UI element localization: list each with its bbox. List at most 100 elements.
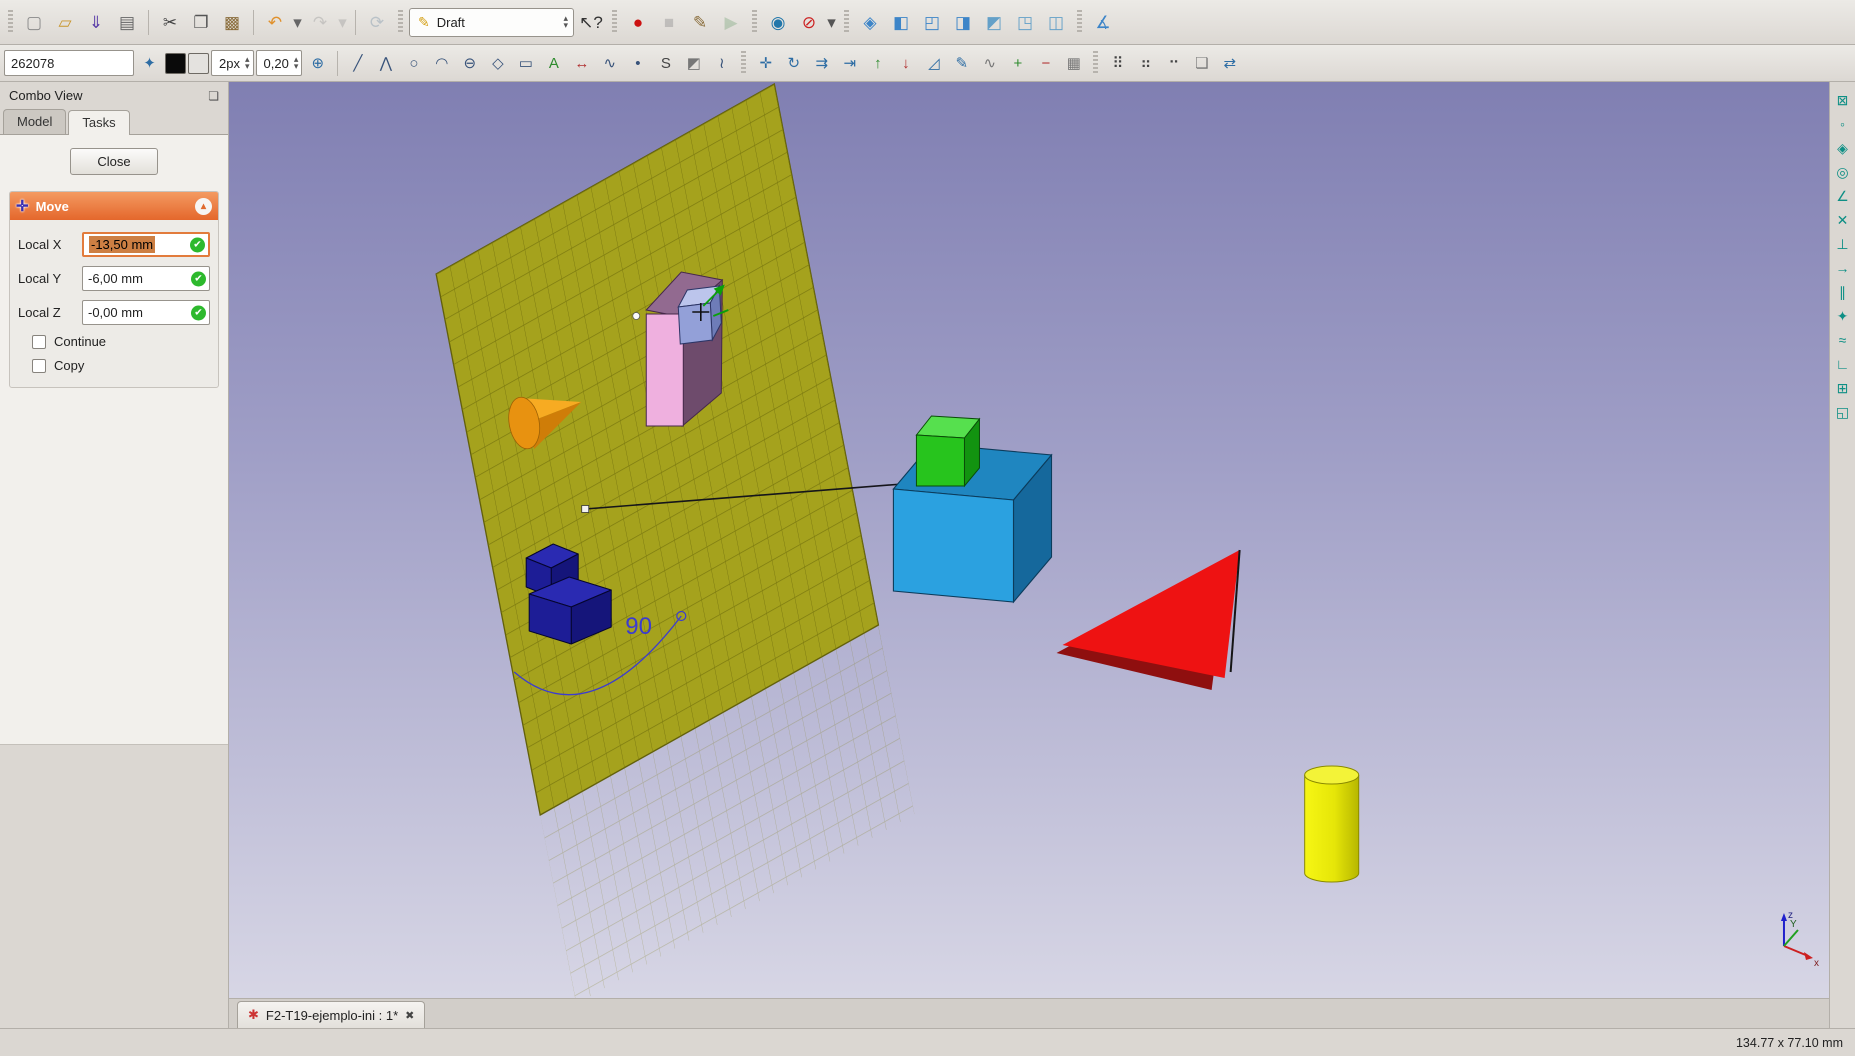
line-color-swatch[interactable] xyxy=(165,52,186,74)
cylinder-object[interactable] xyxy=(1304,765,1360,883)
snap-intersection-button[interactable]: ✕ xyxy=(1832,209,1854,230)
snap-angle-button[interactable]: ∠ xyxy=(1832,185,1854,206)
face-color-swatch[interactable] xyxy=(188,52,209,74)
measure-button[interactable]: ∡ xyxy=(1088,7,1118,37)
local-x-input[interactable]: -13,50 mm ✔ xyxy=(82,232,210,257)
draft-edit-button[interactable]: ✎ xyxy=(948,50,975,77)
view-rear-button[interactable]: ◩ xyxy=(979,7,1009,37)
copy-checkbox[interactable] xyxy=(32,358,46,373)
open-file-button[interactable]: ▱ xyxy=(50,7,80,37)
toolbar-handle[interactable] xyxy=(752,10,757,34)
local-z-input[interactable]: -0,00 mm ✔ xyxy=(82,300,210,325)
snap-center-button[interactable]: ◎ xyxy=(1832,161,1854,182)
local-y-input[interactable]: -6,00 mm ✔ xyxy=(82,266,210,291)
macro-play-button[interactable]: ▶ xyxy=(716,7,746,37)
draft-remove-point-button[interactable]: − xyxy=(1032,50,1059,77)
move-task-header[interactable]: ✛ Move ▴ xyxy=(10,192,218,220)
macro-edit-button[interactable]: ✎ xyxy=(685,7,715,37)
toolbar-handle[interactable] xyxy=(1077,10,1082,34)
draft-dimension-button[interactable]: ↔ xyxy=(568,50,595,77)
draft-line-button[interactable]: ╱ xyxy=(344,50,371,77)
draft-text-button[interactable]: A xyxy=(540,50,567,77)
view-right-button[interactable]: ◨ xyxy=(948,7,978,37)
draft-point-array-button[interactable]: ⠒ xyxy=(1160,50,1187,77)
draft-scale-button[interactable]: ◿ xyxy=(920,50,947,77)
green-cube-object[interactable] xyxy=(915,415,981,488)
draft-rotate-button[interactable]: ↻ xyxy=(780,50,807,77)
snap-endpoint-button[interactable]: ◦ xyxy=(1832,113,1854,134)
whats-this-button[interactable]: ↖? xyxy=(576,7,606,37)
snap-extension-button[interactable]: → xyxy=(1832,257,1854,278)
snap-midpoint-button[interactable]: ◈ xyxy=(1832,137,1854,158)
document-tab[interactable]: ✱ F2-T19-ejemplo-ini : 1* ✖ xyxy=(237,1001,426,1028)
pivot-handle[interactable] xyxy=(581,505,590,513)
paste-button[interactable]: ▩ xyxy=(217,7,247,37)
3d-view[interactable]: 90 z x Y xyxy=(229,82,1829,998)
draft-shape2dview-button[interactable]: ▦ xyxy=(1060,50,1087,77)
snap-near-button[interactable]: ≈ xyxy=(1832,329,1854,350)
workbench-selector-arrows[interactable]: ▴ ▾ xyxy=(563,14,568,29)
draft-facebinder-button[interactable]: ◩ xyxy=(680,50,707,77)
new-file-button[interactable]: ▢ xyxy=(19,7,49,37)
construction-mode-button[interactable]: ✦ xyxy=(136,50,163,77)
draft-bspline-button[interactable]: ∿ xyxy=(596,50,623,77)
print-button[interactable]: ▤ xyxy=(112,7,142,37)
tab-close-icon[interactable]: ✖ xyxy=(405,1009,414,1022)
zoom-selection-button[interactable]: ◉ xyxy=(763,7,793,37)
snap-perpendicular-button[interactable]: ⊥ xyxy=(1832,233,1854,254)
snap-grid-button[interactable]: ⊞ xyxy=(1832,377,1854,398)
autogroup-button[interactable]: ⊕ xyxy=(304,50,331,77)
toolbar-handle[interactable] xyxy=(741,51,747,75)
float-panel-icon[interactable]: ❏ xyxy=(208,89,219,103)
view-left-button[interactable]: ◫ xyxy=(1041,7,1071,37)
scale-spinbox[interactable]: 0,20 ▴ ▾ xyxy=(255,50,303,76)
draft-upgrade-button[interactable]: ↑ xyxy=(864,50,891,77)
cut-button[interactable]: ✂ xyxy=(155,7,185,37)
toolbar-handle[interactable] xyxy=(612,10,617,34)
draw-style-menu-button[interactable]: ▾ xyxy=(825,7,838,37)
draft-add-point-button[interactable]: + xyxy=(1004,50,1031,77)
draft-point-button[interactable]: • xyxy=(624,50,651,77)
draft-bezier-button[interactable]: ≀ xyxy=(708,50,735,77)
tab-model[interactable]: Model xyxy=(3,109,67,134)
view-axonometric-button[interactable]: ◈ xyxy=(855,7,885,37)
undo-button[interactable]: ↶ xyxy=(260,7,290,37)
draft-path-array-button[interactable]: ⠶ xyxy=(1132,50,1159,77)
draft-downgrade-button[interactable]: ↓ xyxy=(892,50,919,77)
draft-rectangle-button[interactable]: ▭ xyxy=(512,50,539,77)
continue-checkbox[interactable] xyxy=(32,334,46,349)
toolbar-handle[interactable] xyxy=(8,10,13,34)
draft-offset-button[interactable]: ⇉ xyxy=(808,50,835,77)
draft-circle-button[interactable]: ○ xyxy=(400,50,427,77)
snap-parallel-button[interactable]: ∥ xyxy=(1832,281,1854,302)
workbench-selector[interactable]: ✎ Draft ▴ ▾ xyxy=(409,7,574,37)
toolbar-handle[interactable] xyxy=(1093,51,1099,75)
draft-arc-button[interactable]: ◠ xyxy=(428,50,455,77)
save-button[interactable]: ⇓ xyxy=(81,7,111,37)
tab-tasks[interactable]: Tasks xyxy=(68,110,130,135)
draft-trimex-button[interactable]: ⇥ xyxy=(836,50,863,77)
macro-record-button[interactable]: ● xyxy=(623,7,653,37)
draft-shapestring-button[interactable]: S xyxy=(652,50,679,77)
line-width-selector[interactable]: 2px ▴ ▾ xyxy=(211,50,254,76)
draft-wire-to-bspline-button[interactable]: ∿ xyxy=(976,50,1003,77)
scale-arrows[interactable]: ▴ ▾ xyxy=(294,55,299,70)
draft-wire-button[interactable]: ⋀ xyxy=(372,50,399,77)
toolbar-handle[interactable] xyxy=(398,10,403,34)
toolbar-handle[interactable] xyxy=(844,10,849,34)
draft-clone-button[interactable]: ❏ xyxy=(1188,50,1215,77)
collapse-panel-icon[interactable]: ▴ xyxy=(195,197,212,215)
red-triangle-object[interactable] xyxy=(1056,549,1241,690)
draft-move-button[interactable]: ✛ xyxy=(752,50,779,77)
view-bottom-button[interactable]: ◳ xyxy=(1010,7,1040,37)
undo-menu-button[interactable]: ▾ xyxy=(291,7,304,37)
snap-ortho-button[interactable]: ∟ xyxy=(1832,353,1854,374)
draft-to-sketch-button[interactable]: ⇄ xyxy=(1216,50,1243,77)
task-close-button[interactable]: Close xyxy=(70,148,158,175)
draft-ellipse-button[interactable]: ⊖ xyxy=(456,50,483,77)
view-top-button[interactable]: ◰ xyxy=(917,7,947,37)
line-width-arrows[interactable]: ▴ ▾ xyxy=(245,55,250,70)
coordinate-input[interactable]: 262078 xyxy=(4,50,134,76)
refresh-button[interactable]: ⟳ xyxy=(362,7,392,37)
view-front-button[interactable]: ◧ xyxy=(886,7,916,37)
